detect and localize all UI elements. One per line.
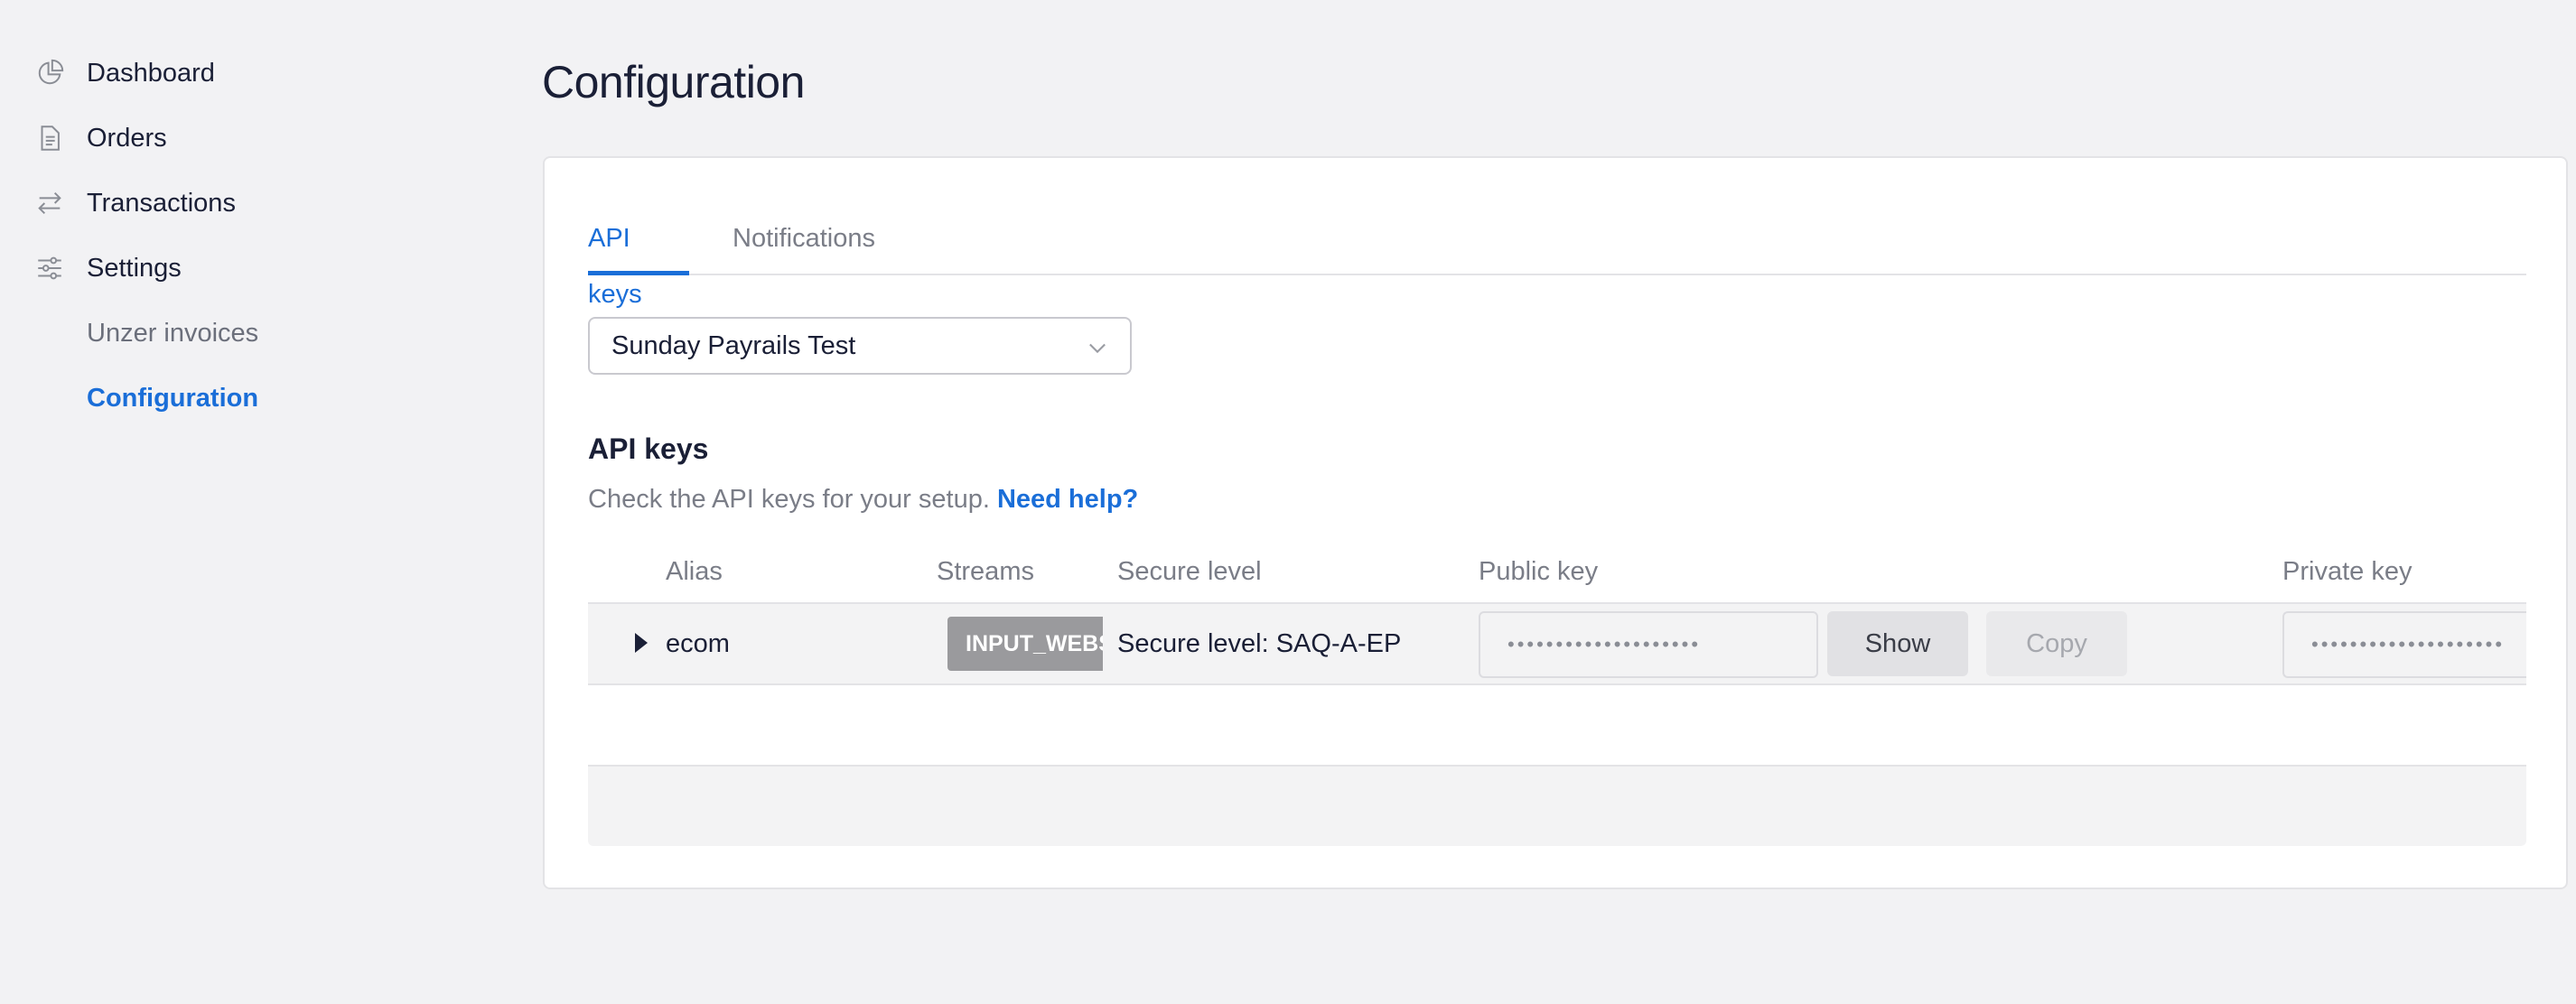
tab-api-keys[interactable]: API keys (588, 210, 689, 309)
sliders-icon (34, 253, 65, 284)
merchant-select[interactable]: Sunday Payrails Test (588, 317, 1132, 375)
table-footer (588, 765, 2526, 846)
column-header-public-key: Public key (1479, 557, 1599, 586)
sidebar-item-orders[interactable]: Orders (34, 116, 167, 160)
section-title: API keys (588, 432, 709, 465)
pie-chart-icon (34, 58, 65, 88)
configuration-card: API keys Notifications Sunday Payrails T… (543, 156, 2568, 889)
public-key-field[interactable]: •••••••••••••••••••• (1479, 611, 1818, 678)
row-alias: ecom (666, 628, 730, 658)
section-description: Check the API keys for your setup. Need … (588, 485, 1138, 515)
show-key-button[interactable]: Show (1827, 611, 1968, 676)
sidebar: Dashboard Orders Transactions Settings U… (0, 0, 506, 1004)
page-title: Configuration (542, 57, 805, 107)
column-header-alias: Alias (666, 557, 723, 586)
need-help-link[interactable]: Need help? (997, 485, 1138, 514)
sidebar-item-dashboard[interactable]: Dashboard (34, 51, 215, 95)
expand-triangle-icon[interactable] (635, 633, 648, 653)
stream-badge: INPUT_WEBS (947, 617, 1103, 671)
sidebar-item-label: Dashboard (87, 58, 215, 88)
row-secure-level: Secure level: SAQ-A-EP (1117, 628, 1402, 658)
sidebar-item-settings[interactable]: Settings (34, 246, 182, 290)
arrows-exchange-icon (34, 188, 65, 218)
private-key-field[interactable]: •••••••••••••••••••• (2282, 611, 2526, 678)
chevron-down-icon (1089, 343, 1106, 354)
sidebar-subitem-unzer-invoices[interactable]: Unzer invoices (87, 313, 258, 353)
sidebar-item-transactions[interactable]: Transactions (34, 181, 236, 225)
tab-bar: API keys Notifications (588, 210, 2526, 309)
sidebar-item-label: Transactions (87, 188, 236, 218)
column-header-secure-level: Secure level (1117, 557, 1262, 586)
document-icon (34, 123, 65, 153)
sidebar-item-label: Orders (87, 123, 167, 153)
description-text: Check the API keys for your setup. (588, 485, 990, 514)
column-header-private-key: Private key (2282, 557, 2413, 586)
tab-notifications[interactable]: Notifications (733, 210, 875, 275)
api-keys-table: Alias Streams Secure level Public key Pr… (588, 541, 2526, 685)
sidebar-item-label: Settings (87, 253, 182, 283)
copy-key-button[interactable]: Copy (1986, 611, 2127, 676)
table-header: Alias Streams Secure level Public key Pr… (588, 541, 2526, 604)
sidebar-subitem-configuration[interactable]: Configuration (87, 378, 258, 418)
table-row: ecom INPUT_WEBS Secure level: SAQ-A-EP •… (588, 604, 2526, 685)
column-header-streams: Streams (937, 557, 1034, 586)
merchant-select-value: Sunday Payrails Test (611, 330, 856, 360)
